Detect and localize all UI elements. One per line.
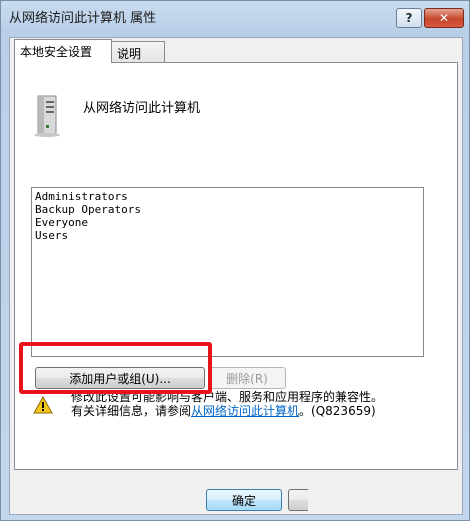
ok-button[interactable]: 确定 <box>206 489 282 511</box>
list-item[interactable]: Users <box>35 229 420 242</box>
window-title: 从网络访问此计算机 属性 <box>9 11 157 26</box>
tab-local-security-setting[interactable]: 本地安全设置 <box>14 39 112 63</box>
warning-icon <box>33 396 53 414</box>
policy-help-link[interactable]: 从网络访问此计算机 <box>191 404 299 418</box>
cancel-button-edge[interactable] <box>288 489 308 511</box>
warning-line-2: 有关详细信息，请参阅从网络访问此计算机。(Q823659) <box>71 404 451 418</box>
properties-dialog: 从网络访问此计算机 属性 ? ✕ 本地安全设置 说明 从网络访问此计算机 Adm… <box>0 0 470 521</box>
members-listbox[interactable]: Administrators Backup Operators Everyone… <box>31 187 424 357</box>
highlight-annotation <box>19 342 212 394</box>
list-item[interactable]: Backup Operators <box>35 203 420 216</box>
help-button[interactable]: ? <box>396 8 422 28</box>
policy-title: 从网络访问此计算机 <box>83 101 201 116</box>
warning-prefix: 有关详细信息，请参阅 <box>71 404 192 418</box>
list-item[interactable]: Administrators <box>35 190 420 203</box>
close-button[interactable]: ✕ <box>424 8 464 28</box>
tab-panel: 从网络访问此计算机 Administrators Backup Operator… <box>14 62 458 470</box>
kb-reference: 。(Q823659) <box>299 404 376 418</box>
dialog-client-area: 本地安全设置 说明 从网络访问此计算机 Administrators Backu… <box>9 37 463 515</box>
list-item[interactable]: Everyone <box>35 216 420 229</box>
warning-text: 修改此设置可能影响与客户端、服务和应用程序的兼容性。 有关详细信息，请参阅从网络… <box>71 390 451 418</box>
tab-explain[interactable]: 说明 <box>111 41 165 63</box>
remove-button[interactable]: 删除(R) <box>208 367 286 389</box>
server-icon <box>34 95 60 137</box>
